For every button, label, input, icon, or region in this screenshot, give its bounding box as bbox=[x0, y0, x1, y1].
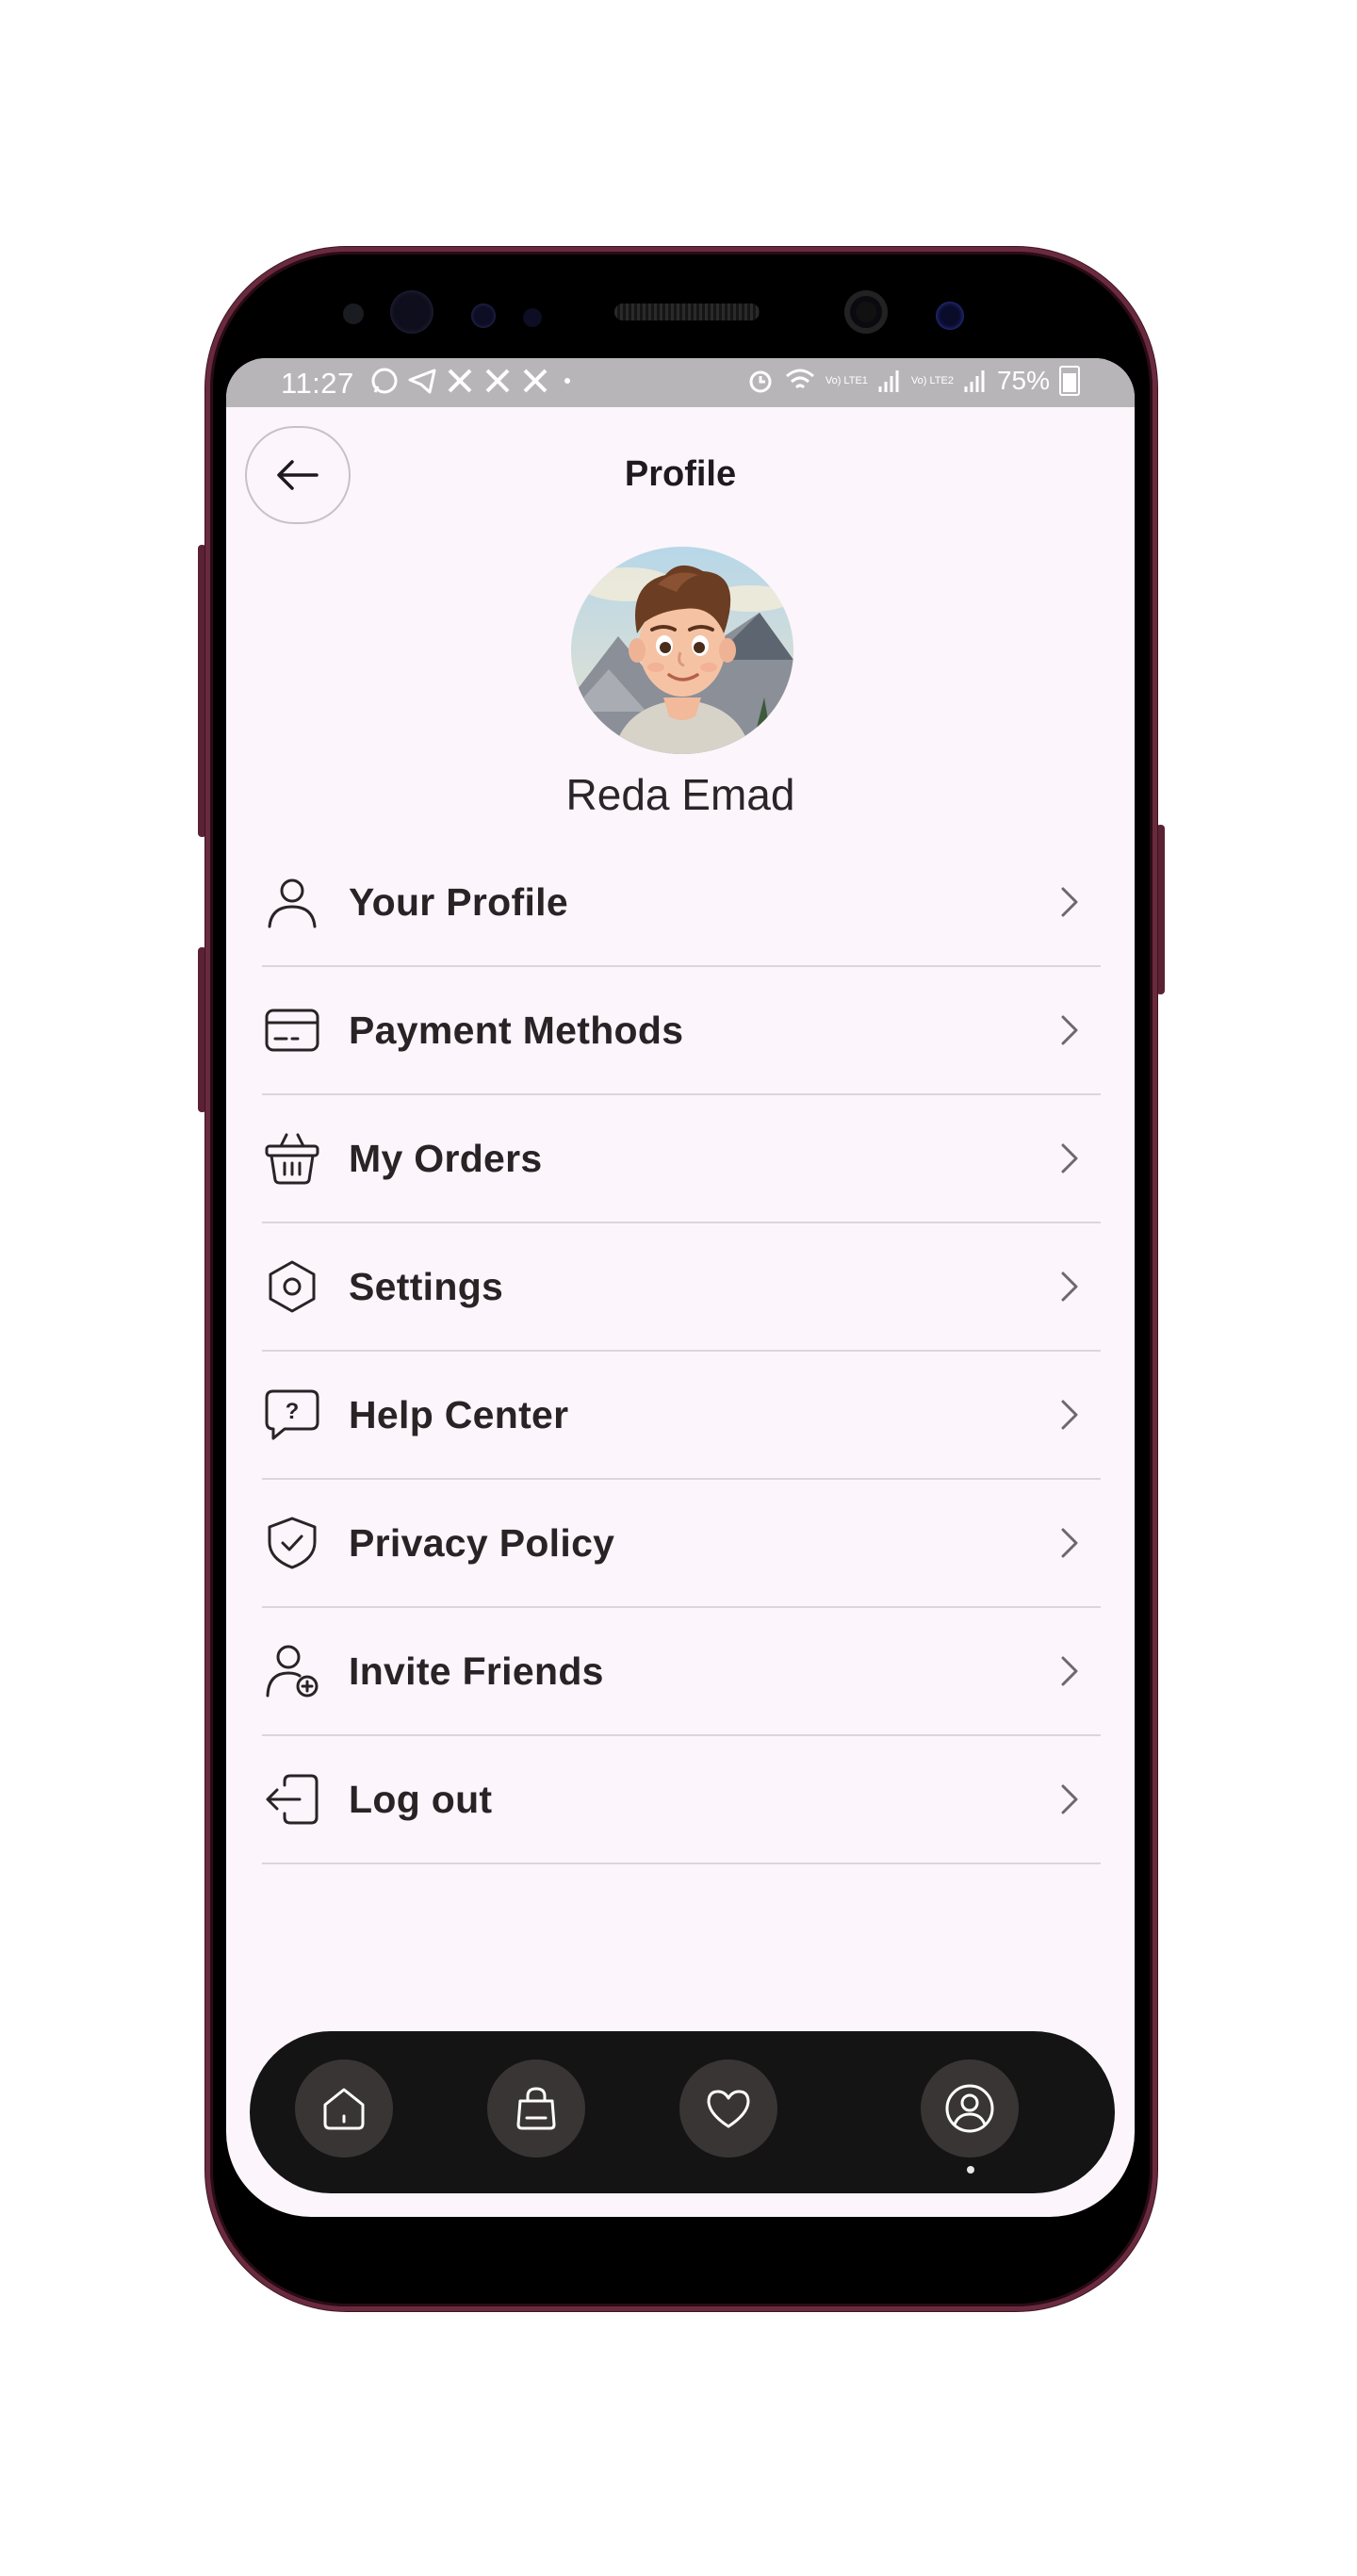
chevron-right-icon bbox=[1061, 1656, 1078, 1686]
menu-item-label: Privacy Policy bbox=[349, 1520, 615, 1565]
heart-icon bbox=[707, 2090, 750, 2128]
iris-sensor bbox=[390, 290, 433, 334]
power-button bbox=[1156, 825, 1165, 994]
menu-item-label: Log out bbox=[349, 1777, 493, 1821]
menu-item-label: Help Center bbox=[349, 1392, 569, 1436]
nav-cart-button[interactable] bbox=[487, 2059, 585, 2158]
menu-item-label: My Orders bbox=[349, 1136, 543, 1180]
chevron-right-icon bbox=[1061, 1528, 1078, 1558]
settings-hexagon-icon bbox=[269, 1260, 316, 1313]
credit-card-icon bbox=[265, 1009, 319, 1052]
basket-icon bbox=[265, 1133, 319, 1185]
telegram-icon bbox=[408, 369, 436, 394]
menu-item-your-profile[interactable]: Your Profile bbox=[262, 839, 1101, 967]
menu-item-label: Invite Friends bbox=[349, 1649, 604, 1693]
nav-profile-button[interactable] bbox=[921, 2059, 1019, 2158]
profile-circle-icon bbox=[945, 2084, 994, 2133]
chevron-right-icon bbox=[1061, 1784, 1078, 1814]
menu-item-payment-methods[interactable]: Payment Methods bbox=[262, 967, 1101, 1095]
chevron-right-icon bbox=[1061, 1143, 1078, 1173]
svg-text:?: ? bbox=[286, 1399, 300, 1424]
x-icon bbox=[485, 369, 510, 393]
sensor bbox=[343, 304, 364, 324]
x-icon bbox=[523, 369, 548, 393]
chevron-right-icon bbox=[1061, 1015, 1078, 1045]
wifi-icon bbox=[785, 369, 814, 389]
x-icon bbox=[448, 369, 472, 393]
alarm-icon bbox=[749, 370, 772, 393]
status-time: 11:27 bbox=[281, 367, 354, 400]
chevron-right-icon bbox=[1061, 1272, 1078, 1302]
whatsapp-icon bbox=[371, 368, 398, 394]
lte1-label: Vo) LTE1 bbox=[825, 375, 868, 386]
front-camera bbox=[844, 290, 888, 334]
profile-name: Reda Emad bbox=[565, 770, 795, 819]
menu-item-label: Your Profile bbox=[349, 879, 568, 924]
lte2-label: Vo) LTE2 bbox=[910, 375, 954, 386]
shield-check-icon bbox=[268, 1517, 317, 1569]
nav-home-button[interactable] bbox=[295, 2059, 393, 2158]
signal-icon bbox=[878, 370, 899, 392]
menu-item-help-center[interactable]: ? Help Center bbox=[262, 1352, 1101, 1480]
shopping-bag-icon bbox=[516, 2087, 556, 2130]
nav-wishlist-button[interactable] bbox=[679, 2059, 777, 2158]
iris-camera bbox=[936, 302, 964, 330]
more-dot-icon bbox=[564, 378, 570, 384]
home-icon bbox=[323, 2088, 365, 2130]
sensor bbox=[471, 304, 496, 328]
system-icons: Vo) LTE1 Vo) LTE2 75% bbox=[746, 366, 1080, 396]
chevron-right-icon bbox=[1061, 1400, 1078, 1430]
menu-item-label: Settings bbox=[349, 1264, 504, 1308]
battery-icon bbox=[1059, 366, 1080, 396]
help-chat-icon: ? bbox=[265, 1389, 319, 1440]
menu-item-log-out[interactable]: Log out bbox=[262, 1736, 1101, 1864]
menu-item-invite-friends[interactable]: Invite Friends bbox=[262, 1608, 1101, 1736]
avatar[interactable] bbox=[571, 547, 793, 754]
menu-item-label: Payment Methods bbox=[349, 1008, 684, 1052]
page-title: Profile bbox=[624, 454, 737, 494]
active-indicator bbox=[967, 2166, 974, 2174]
status-bar: 11:27 Vo) LTE1 Vo) LTE2 75% bbox=[226, 358, 1135, 407]
bottom-nav bbox=[250, 2031, 1115, 2193]
signal-icon bbox=[964, 370, 985, 392]
sensor bbox=[523, 308, 542, 327]
battery-percent: 75% bbox=[996, 366, 1050, 395]
menu-item-privacy-policy[interactable]: Privacy Policy bbox=[262, 1480, 1101, 1608]
earpiece bbox=[614, 304, 760, 320]
profile-menu: Your Profile Payment Methods My Orders S… bbox=[262, 839, 1101, 1864]
chevron-right-icon bbox=[1061, 887, 1078, 917]
menu-item-settings[interactable]: Settings bbox=[262, 1223, 1101, 1352]
app-screen: 11:27 Vo) LTE1 Vo) LTE2 75% Profile Reda… bbox=[226, 358, 1135, 2217]
avatar-illustration bbox=[571, 547, 793, 754]
user-add-icon bbox=[266, 1645, 319, 1698]
user-icon bbox=[268, 878, 317, 928]
menu-item-my-orders[interactable]: My Orders bbox=[262, 1095, 1101, 1223]
notification-icons bbox=[369, 366, 577, 396]
logout-icon bbox=[266, 1774, 319, 1825]
